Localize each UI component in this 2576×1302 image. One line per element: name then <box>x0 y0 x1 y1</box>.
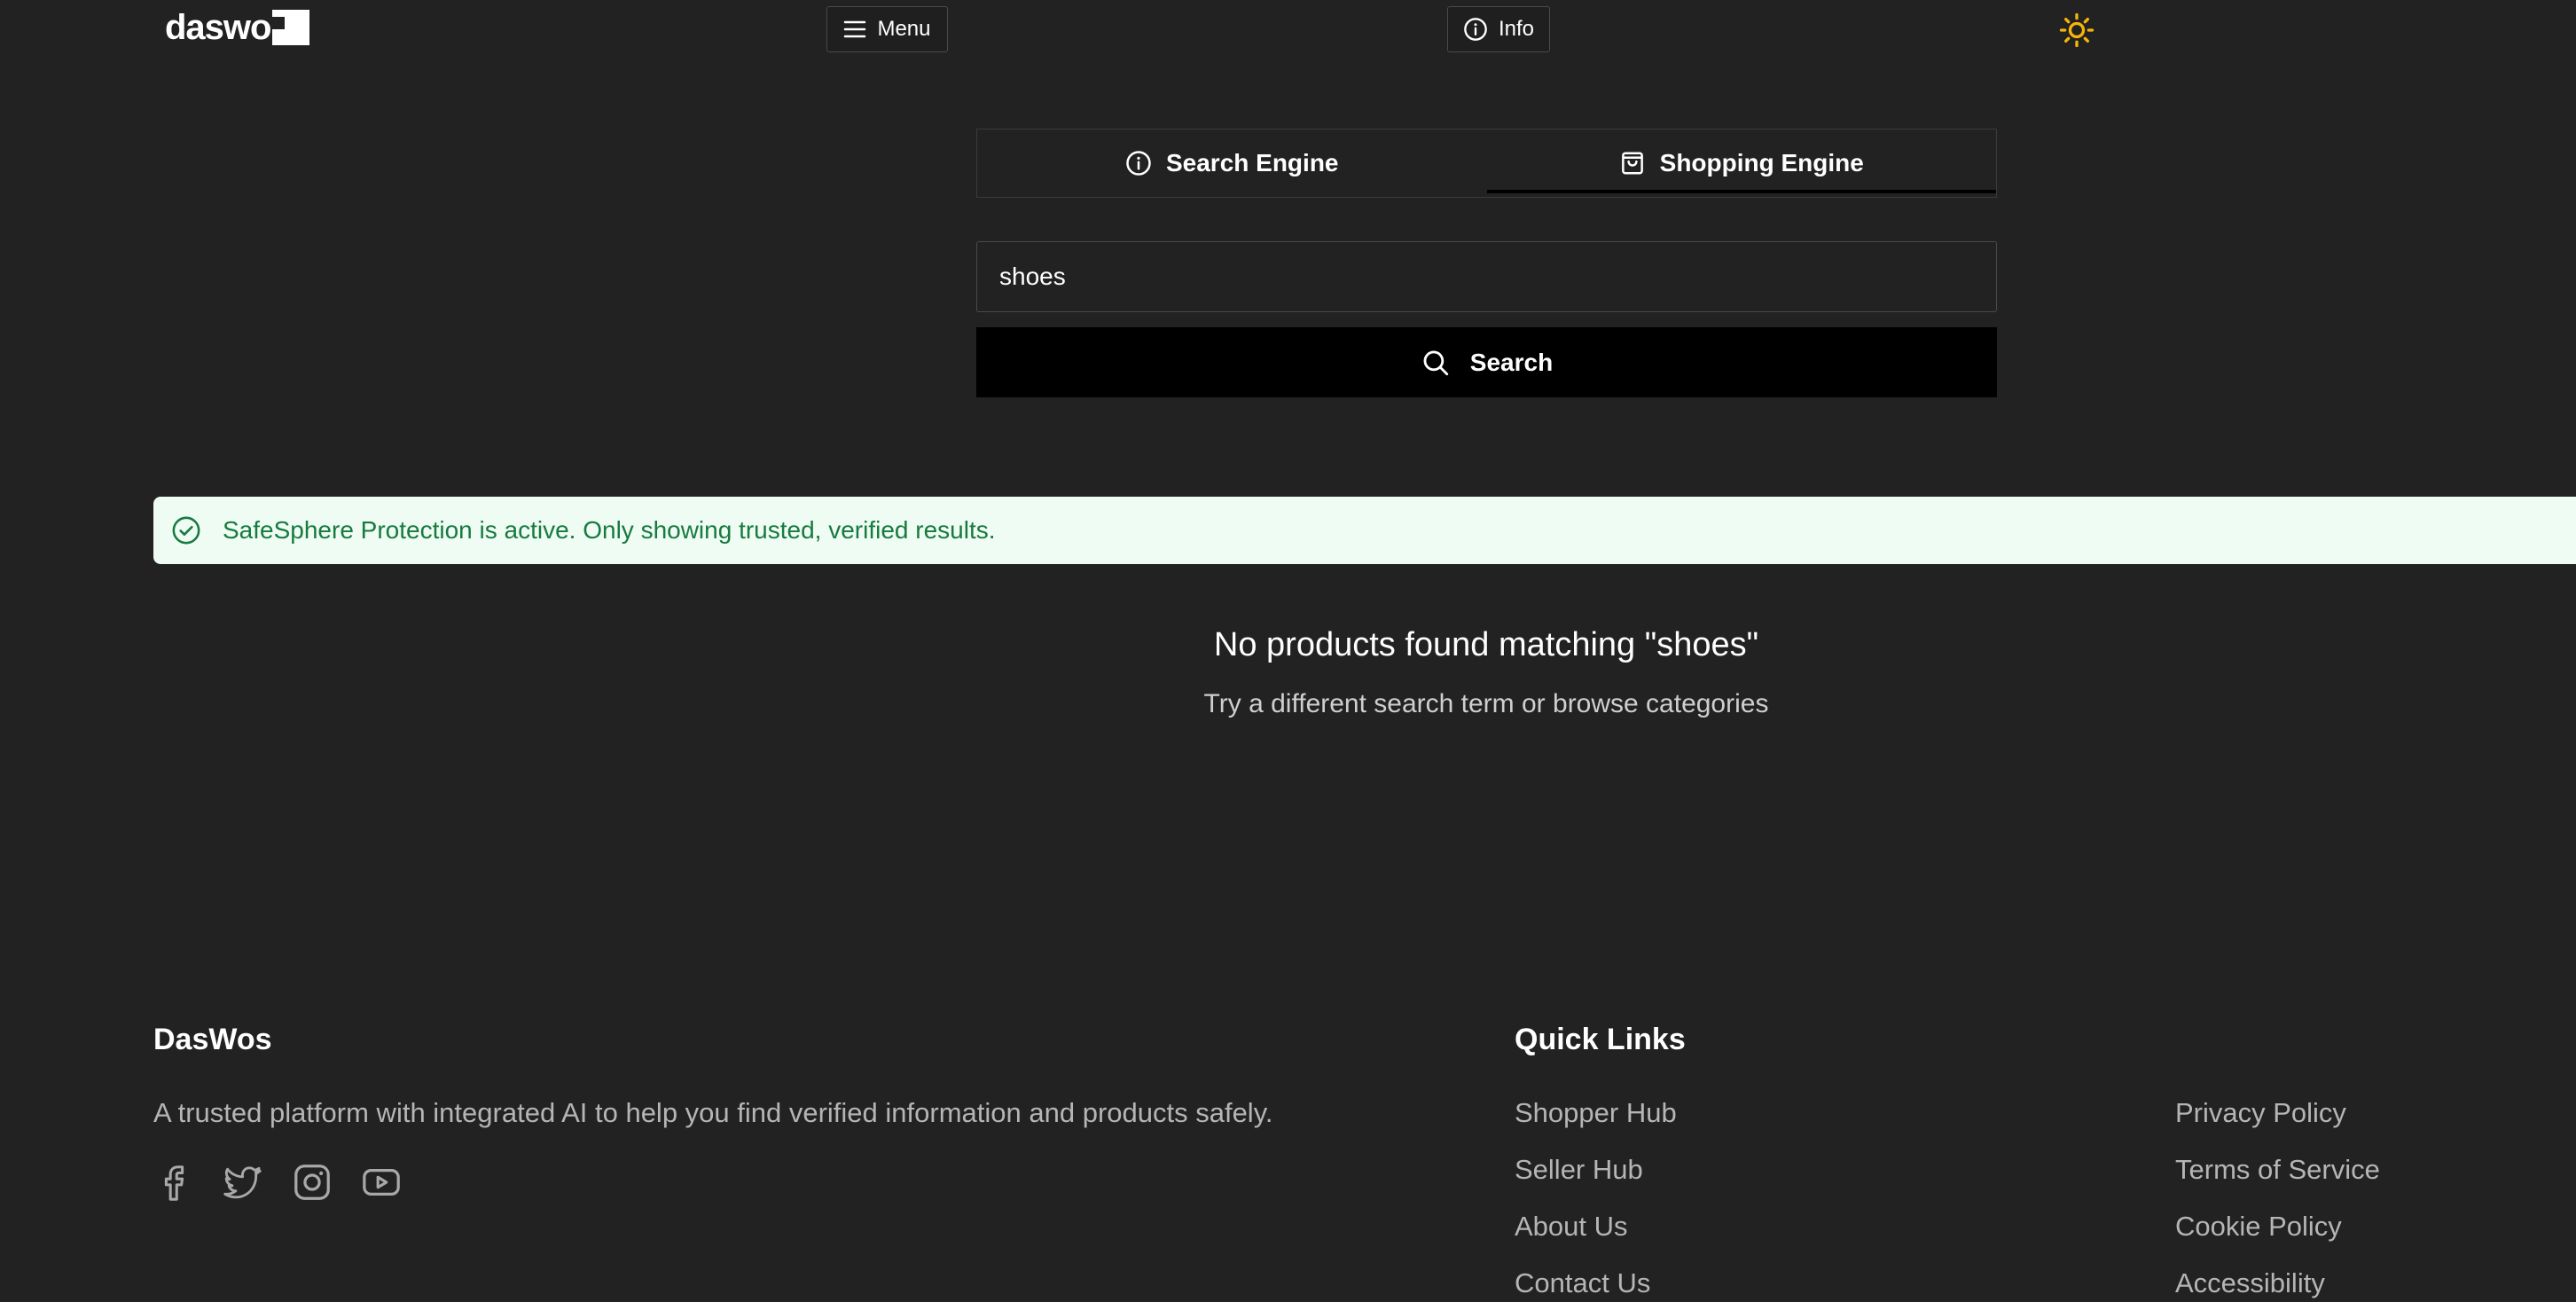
footer-link-contact-us[interactable]: Contact Us <box>1515 1267 1650 1299</box>
search-button-label: Search <box>1469 348 1554 376</box>
logo-text: daswo <box>165 8 271 47</box>
facebook-icon[interactable] <box>153 1162 194 1203</box>
footer-link-terms-of-service[interactable]: Terms of Service <box>2175 1154 2380 1186</box>
empty-results-title: No products found matching "shoes" <box>1213 626 1759 663</box>
footer-link-shopper-hub[interactable]: Shopper Hub <box>1515 1097 1677 1129</box>
footer-brand-title: DasWos <box>153 1023 272 1056</box>
tab-shopping-engine-label: Shopping Engine <box>1659 149 1864 176</box>
empty-results-subtitle: Try a different search term or browse ca… <box>1203 689 1769 718</box>
info-circle-icon <box>1126 151 1151 176</box>
social-links <box>153 1162 402 1203</box>
footer-brand-description: A trusted platform with integrated AI to… <box>153 1097 1273 1128</box>
engine-tabs: Search Engine Shopping Engine <box>976 129 1997 198</box>
quick-links-title: Quick Links <box>1515 1023 1686 1056</box>
logo[interactable]: daswo <box>165 7 310 48</box>
search-icon <box>1423 350 1448 375</box>
tab-search-engine[interactable]: Search Engine <box>977 129 1487 197</box>
tab-search-engine-label: Search Engine <box>1165 149 1339 176</box>
search-button[interactable]: Search <box>976 327 1997 397</box>
shopping-bag-icon <box>1621 152 1643 175</box>
twitter-icon[interactable] <box>223 1162 263 1203</box>
info-button[interactable]: Info <box>1447 6 1550 52</box>
sun-icon[interactable] <box>2059 12 2094 48</box>
footer-link-about-us[interactable]: About Us <box>1515 1211 1628 1243</box>
info-button-label: Info <box>1498 17 1535 41</box>
instagram-icon[interactable] <box>292 1162 333 1203</box>
hamburger-icon <box>844 20 866 38</box>
menu-button-label: Menu <box>877 17 931 41</box>
logo-mark <box>272 10 310 45</box>
info-circle-icon <box>1464 18 1487 41</box>
footer-link-privacy-policy[interactable]: Privacy Policy <box>2175 1097 2346 1129</box>
tab-shopping-engine[interactable]: Shopping Engine <box>1486 129 1997 197</box>
menu-button[interactable]: Menu <box>826 6 948 52</box>
footer-link-cookie-policy[interactable]: Cookie Policy <box>2175 1211 2342 1243</box>
check-circle-icon <box>172 516 200 545</box>
search-input[interactable] <box>976 241 1997 312</box>
alert-text: SafeSphere Protection is active. Only sh… <box>223 516 996 544</box>
safesphere-alert: SafeSphere Protection is active. Only sh… <box>153 497 2576 564</box>
youtube-icon[interactable] <box>361 1162 402 1203</box>
footer-link-accessibility[interactable]: Accessibility <box>2175 1267 2325 1299</box>
footer-link-seller-hub[interactable]: Seller Hub <box>1515 1154 1643 1186</box>
